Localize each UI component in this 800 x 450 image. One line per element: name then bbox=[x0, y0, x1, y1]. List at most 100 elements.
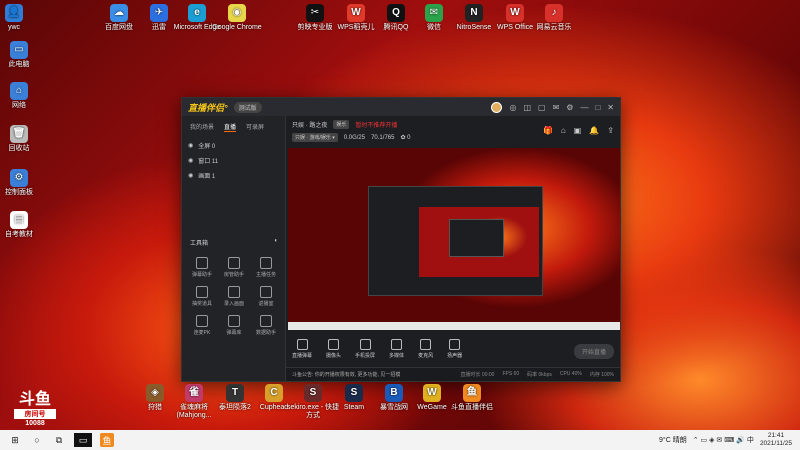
status-item: 码率 0kbps bbox=[527, 372, 552, 378]
status-notice: 斗鱼公告: 你的开播权限有效, 更多功能, 见一招模 bbox=[292, 372, 401, 378]
eye-icon[interactable]: ◉ bbox=[188, 157, 193, 164]
window-control-icon[interactable]: ◫ bbox=[523, 103, 531, 112]
control-icon bbox=[359, 339, 371, 350]
tool-label: 主播任务 bbox=[255, 272, 276, 278]
desktop-icon[interactable]: ♪ 网易云音乐 bbox=[525, 4, 583, 32]
window-control-icon[interactable]: ✉ bbox=[553, 103, 560, 112]
stream-preview[interactable] bbox=[288, 148, 620, 330]
share-icon[interactable]: ⇪ bbox=[607, 126, 614, 135]
tool-item[interactable]: 房管助手 bbox=[218, 257, 250, 278]
sidebar-tab[interactable]: 可录屏 bbox=[246, 122, 264, 132]
control-2[interactable]: 手机投屏 bbox=[355, 339, 375, 359]
scene-item[interactable]: ◉ 全屏 0 bbox=[182, 138, 285, 153]
terminal-icon[interactable]: ▭ bbox=[74, 433, 92, 447]
eye-icon[interactable]: ◉ bbox=[188, 142, 193, 149]
go-live-button[interactable]: 开始直播 bbox=[573, 344, 614, 359]
tray-icons[interactable]: ⌃ ▭ ◈ ✉ ⌨ 🔊 中 bbox=[693, 435, 754, 445]
tool-label: 抽奖道具 bbox=[191, 301, 212, 307]
tool-item[interactable]: 连麦PK bbox=[186, 315, 218, 336]
desktop-icon-label: Google Chrome bbox=[212, 24, 262, 31]
tool-item[interactable]: 弹幕助手 bbox=[186, 257, 218, 278]
clock[interactable]: 21:41 2021/11/25 bbox=[760, 432, 792, 448]
preview-nested-window bbox=[368, 186, 543, 296]
bell-icon[interactable]: 🔔 bbox=[589, 126, 599, 135]
control-5[interactable]: 扬声器 bbox=[447, 339, 462, 359]
watermark-sub: 房间号 bbox=[14, 409, 56, 419]
tool-item[interactable]: 抽奖道具 bbox=[186, 286, 218, 307]
watermark-num: 10088 bbox=[25, 420, 45, 427]
header-stat: 70.1/765 bbox=[371, 134, 395, 141]
sidebar-tab[interactable]: 我的场景 bbox=[190, 122, 214, 132]
status-bar: 斗鱼公告: 你的开播权限有效, 更多功能, 见一招模 直播时长 00:00 FPS… bbox=[286, 367, 620, 381]
toolbox-toggle-icon[interactable]: ◐ bbox=[274, 238, 278, 247]
tool-item[interactable]: 主播任务 bbox=[250, 257, 282, 278]
desktop-icon[interactable]: 👤 ywc bbox=[0, 4, 43, 32]
app-icon: ▭ bbox=[10, 41, 28, 59]
avatar[interactable] bbox=[491, 101, 503, 113]
tool-label: 弹幕助手 bbox=[191, 272, 212, 278]
control-0[interactable]: 直播弹幕 bbox=[292, 339, 312, 359]
app-icon: ▤ bbox=[10, 211, 28, 229]
tool-label: 返播室 bbox=[258, 301, 274, 307]
desktop-icon[interactable]: ⚙ 控制面板 bbox=[0, 169, 48, 197]
desktop-icon[interactable]: 鱼斗鱼直播伴侣 bbox=[443, 384, 501, 412]
tool-label: 录入画面 bbox=[223, 301, 244, 307]
tool-item[interactable]: 返播室 bbox=[250, 286, 282, 307]
control-1[interactable]: 摄像头 bbox=[326, 339, 341, 359]
game-icon: ◈ bbox=[146, 384, 164, 402]
desktop-icon[interactable]: ▤ 自考教材 bbox=[0, 211, 48, 239]
tool-item[interactable]: 录入画面 bbox=[218, 286, 250, 307]
tool-icon bbox=[228, 315, 240, 327]
tool-item[interactable]: 数据助手 bbox=[250, 315, 282, 336]
control-3[interactable]: 多媒体 bbox=[389, 339, 404, 359]
scene-item[interactable]: ◉ 画面 1 bbox=[182, 168, 285, 183]
weather-text[interactable]: 9°C 晴朗 bbox=[659, 435, 687, 445]
window-control-icon[interactable]: — bbox=[580, 103, 588, 112]
eye-icon[interactable]: ◉ bbox=[188, 172, 193, 179]
app-icon: W bbox=[347, 4, 365, 22]
tool-item[interactable]: 弹幕库 bbox=[218, 315, 250, 336]
window-control-icon[interactable]: □ bbox=[595, 103, 600, 112]
tool-icon bbox=[260, 286, 272, 298]
gift-icon[interactable]: 🎁 bbox=[543, 126, 553, 135]
window-control-icon[interactable]: ▢ bbox=[538, 103, 546, 112]
category-select[interactable]: 只娱 · 游戏/娱乐 ▾ bbox=[292, 133, 338, 142]
window-controls: ◎ ◫ ▢ ✉ ⚙ — □ ✕ bbox=[491, 101, 614, 113]
desktop-icon-label: ywc bbox=[7, 24, 21, 31]
start-icon[interactable]: ⊞ bbox=[8, 433, 22, 447]
game-icon: S bbox=[304, 384, 322, 402]
sidebar-tabs: 我的场景 直播 可录屏 bbox=[182, 116, 285, 138]
main-panel: 只娱 · 路之夜 娱乐 暂时不推荐开播 只娱 · 游戏/娱乐 ▾ 0.0G/25… bbox=[286, 116, 620, 381]
scene-item[interactable]: ◉ 窗口 11 bbox=[182, 153, 285, 168]
control-4[interactable]: 麦克风 bbox=[418, 339, 433, 359]
douyu-taskbar-icon[interactable]: 鱼 bbox=[100, 433, 114, 447]
desktop-icon[interactable]: ▭ 此电脑 bbox=[0, 41, 48, 69]
desktop-icon[interactable]: 🗑 回收站 bbox=[0, 125, 48, 153]
status-item: CPU 40% bbox=[559, 371, 582, 377]
tool-label: 房管助手 bbox=[223, 272, 244, 278]
desktop-icon[interactable]: ◉ Google Chrome bbox=[208, 4, 266, 32]
window-control-icon[interactable]: ◎ bbox=[509, 103, 516, 112]
sidebar-tab[interactable]: 直播 bbox=[224, 122, 237, 132]
header-stat: ✿ 0 bbox=[400, 135, 411, 141]
warn-text: 暂时不推荐开播 bbox=[355, 123, 398, 129]
window-control-icon[interactable]: ⚙ bbox=[566, 103, 573, 112]
control-icon bbox=[296, 339, 308, 350]
control-icon bbox=[391, 339, 403, 350]
search-icon[interactable]: ○ bbox=[30, 433, 44, 447]
desktop-icon[interactable]: ⌂ 网络 bbox=[0, 82, 48, 110]
desktop-icon-label: 此电脑 bbox=[8, 61, 30, 68]
app-icon: Q bbox=[387, 4, 405, 22]
room-type[interactable]: 娱乐 bbox=[333, 120, 350, 129]
window-control-icon[interactable]: ✕ bbox=[607, 103, 614, 112]
scene-label: 全屏 0 bbox=[198, 144, 216, 150]
tool-label: 弹幕库 bbox=[226, 330, 242, 336]
desktop-icon-label: 自考教材 bbox=[5, 231, 33, 238]
control-label: 麦克风 bbox=[418, 353, 434, 359]
lock-icon[interactable]: ⌂ bbox=[561, 126, 566, 135]
app-icon: ⌂ bbox=[10, 82, 28, 100]
douyu-watermark: 斗鱼 房间号 10088 bbox=[6, 392, 64, 427]
desktop-icon-label: 控制面板 bbox=[5, 189, 33, 196]
task-view-icon[interactable]: ⧉ bbox=[52, 433, 66, 447]
window-icon[interactable]: ▣ bbox=[574, 126, 582, 135]
